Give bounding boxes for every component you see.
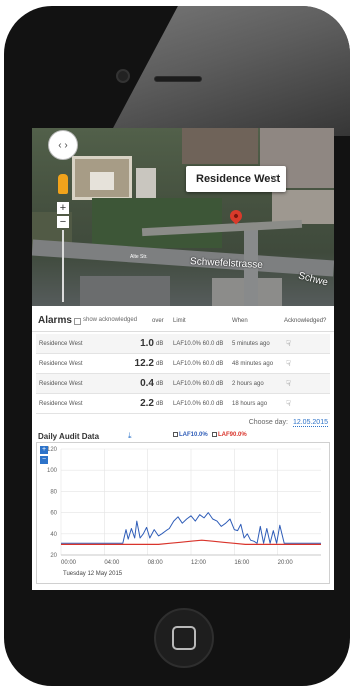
alarm-over-unit: dB — [156, 381, 164, 387]
x-tick-label: 04:00 — [104, 560, 120, 566]
alarm-over-value: 2.2 — [140, 398, 154, 409]
map-zoom-out-button[interactable]: − — [57, 216, 69, 228]
day-picker-label: Choose day: — [248, 419, 288, 426]
earpiece-speaker — [154, 76, 202, 82]
column-header-over: over — [152, 318, 164, 324]
legend-label-laf10: LAF10.0% — [179, 432, 208, 439]
alarm-over-unit: dB — [156, 341, 164, 347]
chart-area[interactable]: 20 40 60 80 100 120 00:00 04:00 08:00 12:00 16:00 2… — [36, 442, 330, 584]
column-header-when: When — [232, 318, 248, 324]
alarms-table: Residence West 1.0 dB LAF10.0% 60.0 dB 5… — [36, 334, 330, 414]
chart-zoom-out-button[interactable]: − — [40, 456, 48, 464]
phone-glare — [108, 6, 350, 136]
y-tick-label: 80 — [50, 489, 57, 495]
satellite-map[interactable]: ‹ › + − Alte Str. Schwefelstrasse Schwe … — [32, 128, 334, 306]
legend-item-laf90[interactable]: LAF90.0% — [212, 432, 247, 438]
map-zoom-in-button[interactable]: + — [57, 202, 69, 214]
x-tick-label: 20:00 — [278, 560, 294, 566]
map-pan-control[interactable]: ‹ › — [48, 130, 78, 160]
legend-checkbox-laf10[interactable] — [173, 432, 178, 437]
alarm-over-value: 1.0 — [140, 338, 154, 349]
day-picker: Choose day: 12.05.2015 — [248, 419, 328, 427]
column-header-acknowledged: Acknowledged? — [284, 318, 327, 324]
chart-title: Daily Audit Data — [38, 432, 100, 441]
download-icon[interactable]: ⤓ — [128, 431, 132, 441]
thumbs-down-icon[interactable]: ☟ — [286, 379, 291, 388]
table-row[interactable]: Residence West 1.0 dB LAF10.0% 60.0 dB 5… — [36, 334, 330, 354]
alarm-location: Residence West — [39, 341, 83, 347]
legend-item-laf10[interactable]: LAF10.0% — [173, 432, 208, 438]
alarm-when: 48 minutes ago — [232, 361, 274, 367]
x-tick-label: 16:00 — [234, 560, 250, 566]
x-tick-label: 12:00 — [191, 560, 207, 566]
camera-icon — [116, 69, 130, 83]
alarm-over-value: 0.4 — [140, 378, 154, 389]
map-zoom-slider[interactable] — [62, 230, 64, 302]
x-tick-label: 08:00 — [148, 560, 164, 566]
alarm-over-unit: dB — [156, 361, 164, 367]
alarm-limit: LAF10.0% 60.0 dB — [173, 401, 224, 407]
app-screen: ‹ › + − Alte Str. Schwefelstrasse Schwe … — [32, 128, 334, 590]
close-icon[interactable]: × — [270, 170, 278, 186]
table-row[interactable]: Residence West 12.2 dB LAF10.0% 60.0 dB … — [36, 354, 330, 374]
alarm-when: 2 hours ago — [232, 381, 264, 387]
alarm-over-unit: dB — [156, 401, 164, 407]
show-acknowledged-label: show acknowledged — [83, 317, 138, 323]
info-window-title: Residence West — [196, 173, 281, 185]
alarm-location: Residence West — [39, 361, 83, 367]
audit-line-chart: 20 40 60 80 100 120 00:00 04:00 08:00 12:00 16:00 2… — [47, 447, 321, 566]
y-tick-label: 40 — [50, 532, 57, 538]
thumbs-down-icon[interactable]: ☟ — [286, 399, 291, 408]
chart-date-label: Tuesday 12 May 2015 — [63, 571, 123, 577]
thumbs-down-icon[interactable]: ☟ — [286, 339, 291, 348]
alarms-header: Alarms show acknowledged over Limit When… — [32, 310, 334, 332]
y-tick-label: 100 — [47, 468, 58, 474]
column-header-limit: Limit — [173, 318, 186, 324]
chart-zoom-in-button[interactable]: + — [40, 446, 48, 454]
legend-label-laf90: LAF90.0% — [218, 432, 247, 439]
table-row[interactable]: Residence West 2.2 dB LAF10.0% 60.0 dB 1… — [36, 394, 330, 414]
alarm-limit: LAF10.0% 60.0 dB — [173, 341, 224, 347]
alarm-over-value: 12.2 — [134, 358, 154, 369]
alarm-limit: LAF10.0% 60.0 dB — [173, 361, 224, 367]
x-tick-label: 00:00 — [61, 560, 77, 566]
legend-checkbox-laf90[interactable] — [212, 432, 217, 437]
show-acknowledged-checkbox[interactable] — [74, 318, 81, 325]
day-picker-date-link[interactable]: 12.05.2015 — [292, 419, 328, 427]
y-tick-label: 120 — [47, 447, 58, 453]
y-tick-label: 60 — [50, 511, 57, 517]
map-info-window: Residence West × — [186, 166, 286, 192]
alarms-title: Alarms — [38, 315, 72, 326]
alarm-limit: LAF10.0% 60.0 dB — [173, 381, 224, 387]
alarm-location: Residence West — [39, 401, 83, 407]
street-view-pegman-icon[interactable] — [58, 174, 68, 194]
alarm-when: 5 minutes ago — [232, 341, 270, 347]
alarm-location: Residence West — [39, 381, 83, 387]
thumbs-down-icon[interactable]: ☟ — [286, 359, 291, 368]
home-button-icon — [172, 626, 196, 650]
road-label: Alte Str. — [130, 254, 148, 260]
table-row[interactable]: Residence West 0.4 dB LAF10.0% 60.0 dB 2… — [36, 374, 330, 394]
alarm-when: 18 hours ago — [232, 401, 268, 407]
y-tick-label: 20 — [50, 553, 57, 559]
